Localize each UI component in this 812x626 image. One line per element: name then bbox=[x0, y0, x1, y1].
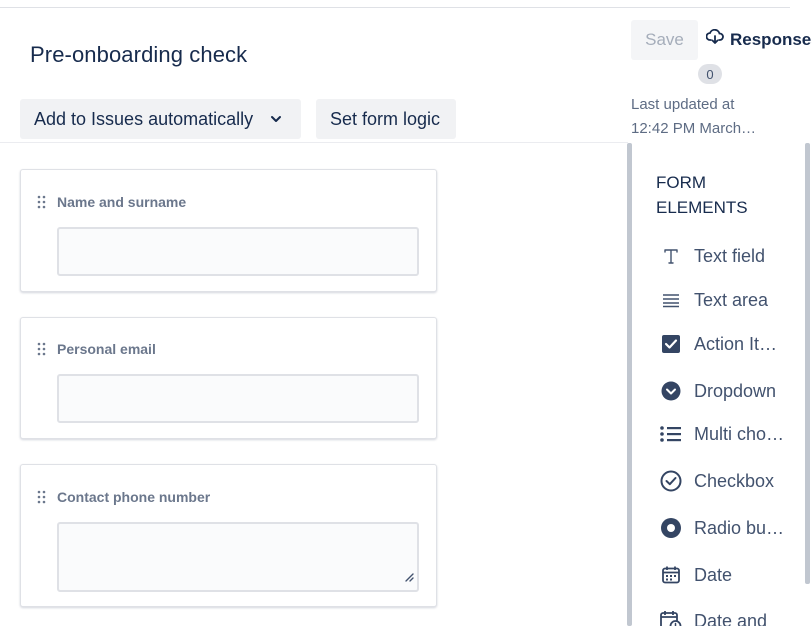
last-updated-line-2: 12:42 PM March… bbox=[631, 120, 757, 137]
form-title[interactable]: Pre-onboarding check bbox=[30, 42, 247, 68]
element-label: Radio bu… bbox=[694, 517, 785, 538]
field-label: Name and surname bbox=[57, 194, 187, 210]
element-multiple-choice[interactable]: Multi cho… bbox=[656, 419, 804, 449]
text-field-icon bbox=[656, 241, 686, 271]
form-elements-heading: FORM ELEMENTS bbox=[656, 173, 748, 217]
element-label: Multi cho… bbox=[694, 423, 785, 444]
multiple-choice-icon bbox=[656, 419, 686, 449]
element-dropdown[interactable]: Dropdown bbox=[656, 376, 804, 406]
drag-handle-icon[interactable] bbox=[37, 490, 47, 504]
date-icon bbox=[656, 560, 686, 590]
element-action-item[interactable]: Action It… bbox=[656, 329, 804, 359]
sidebar-divider bbox=[627, 143, 632, 626]
text-area-icon bbox=[656, 285, 686, 315]
last-updated-text: Last updated at 12:42 PM March… bbox=[631, 93, 771, 141]
add-to-issues-label: Add to Issues automatically bbox=[34, 108, 254, 129]
checkbox-icon bbox=[656, 466, 686, 496]
element-text-area[interactable]: Text area bbox=[656, 285, 804, 315]
responses-count-badge: 0 bbox=[698, 64, 722, 84]
set-form-logic-label: Set form logic bbox=[330, 108, 441, 129]
element-label: Dropdown bbox=[694, 380, 777, 401]
action-item-icon bbox=[656, 329, 686, 359]
drag-handle-icon[interactable] bbox=[37, 342, 47, 356]
sidebar-scrollbar[interactable] bbox=[805, 143, 810, 584]
date-time-icon bbox=[656, 606, 686, 626]
save-label: Save bbox=[645, 30, 684, 49]
dropdown-icon bbox=[656, 376, 686, 406]
drag-handle-icon[interactable] bbox=[37, 195, 47, 209]
personal-email-input[interactable] bbox=[57, 374, 419, 423]
element-checkbox[interactable]: Checkbox bbox=[656, 466, 804, 496]
cloud-download-icon bbox=[705, 28, 724, 50]
top-divider bbox=[0, 7, 790, 8]
element-radio-button[interactable]: Radio bu… bbox=[656, 513, 804, 543]
element-date-time[interactable]: Date and bbox=[656, 606, 804, 626]
responses-button[interactable]: Responses bbox=[705, 28, 812, 50]
element-label: Text area bbox=[694, 289, 769, 310]
element-date[interactable]: Date bbox=[656, 560, 804, 590]
field-label: Contact phone number bbox=[57, 489, 211, 505]
element-label: Text field bbox=[694, 245, 766, 266]
form-builder-page: Pre-onboarding check Add to Issues autom… bbox=[0, 0, 812, 626]
element-label: Date and bbox=[694, 610, 768, 626]
add-to-issues-dropdown[interactable]: Add to Issues automatically bbox=[20, 99, 301, 139]
header-divider bbox=[0, 142, 628, 143]
element-label: Date bbox=[694, 564, 733, 585]
resize-handle-icon[interactable] bbox=[404, 569, 414, 587]
save-button[interactable]: Save bbox=[631, 20, 698, 60]
element-text-field[interactable]: Text field bbox=[656, 241, 804, 271]
set-form-logic-button[interactable]: Set form logic bbox=[316, 99, 456, 139]
form-field-card[interactable]: Personal email bbox=[20, 317, 437, 439]
last-updated-line-1: Last updated at bbox=[631, 96, 735, 113]
chevron-down-icon bbox=[269, 112, 283, 126]
form-field-card[interactable]: Name and surname bbox=[20, 169, 437, 292]
contact-phone-textarea[interactable] bbox=[57, 522, 419, 592]
element-label: Action It… bbox=[694, 333, 778, 354]
field-label: Personal email bbox=[57, 341, 156, 357]
form-field-card[interactable]: Contact phone number bbox=[20, 464, 437, 607]
element-label: Checkbox bbox=[694, 470, 775, 491]
radio-button-icon bbox=[656, 513, 686, 543]
responses-label: Responses bbox=[730, 29, 812, 49]
name-surname-input[interactable] bbox=[57, 227, 419, 276]
